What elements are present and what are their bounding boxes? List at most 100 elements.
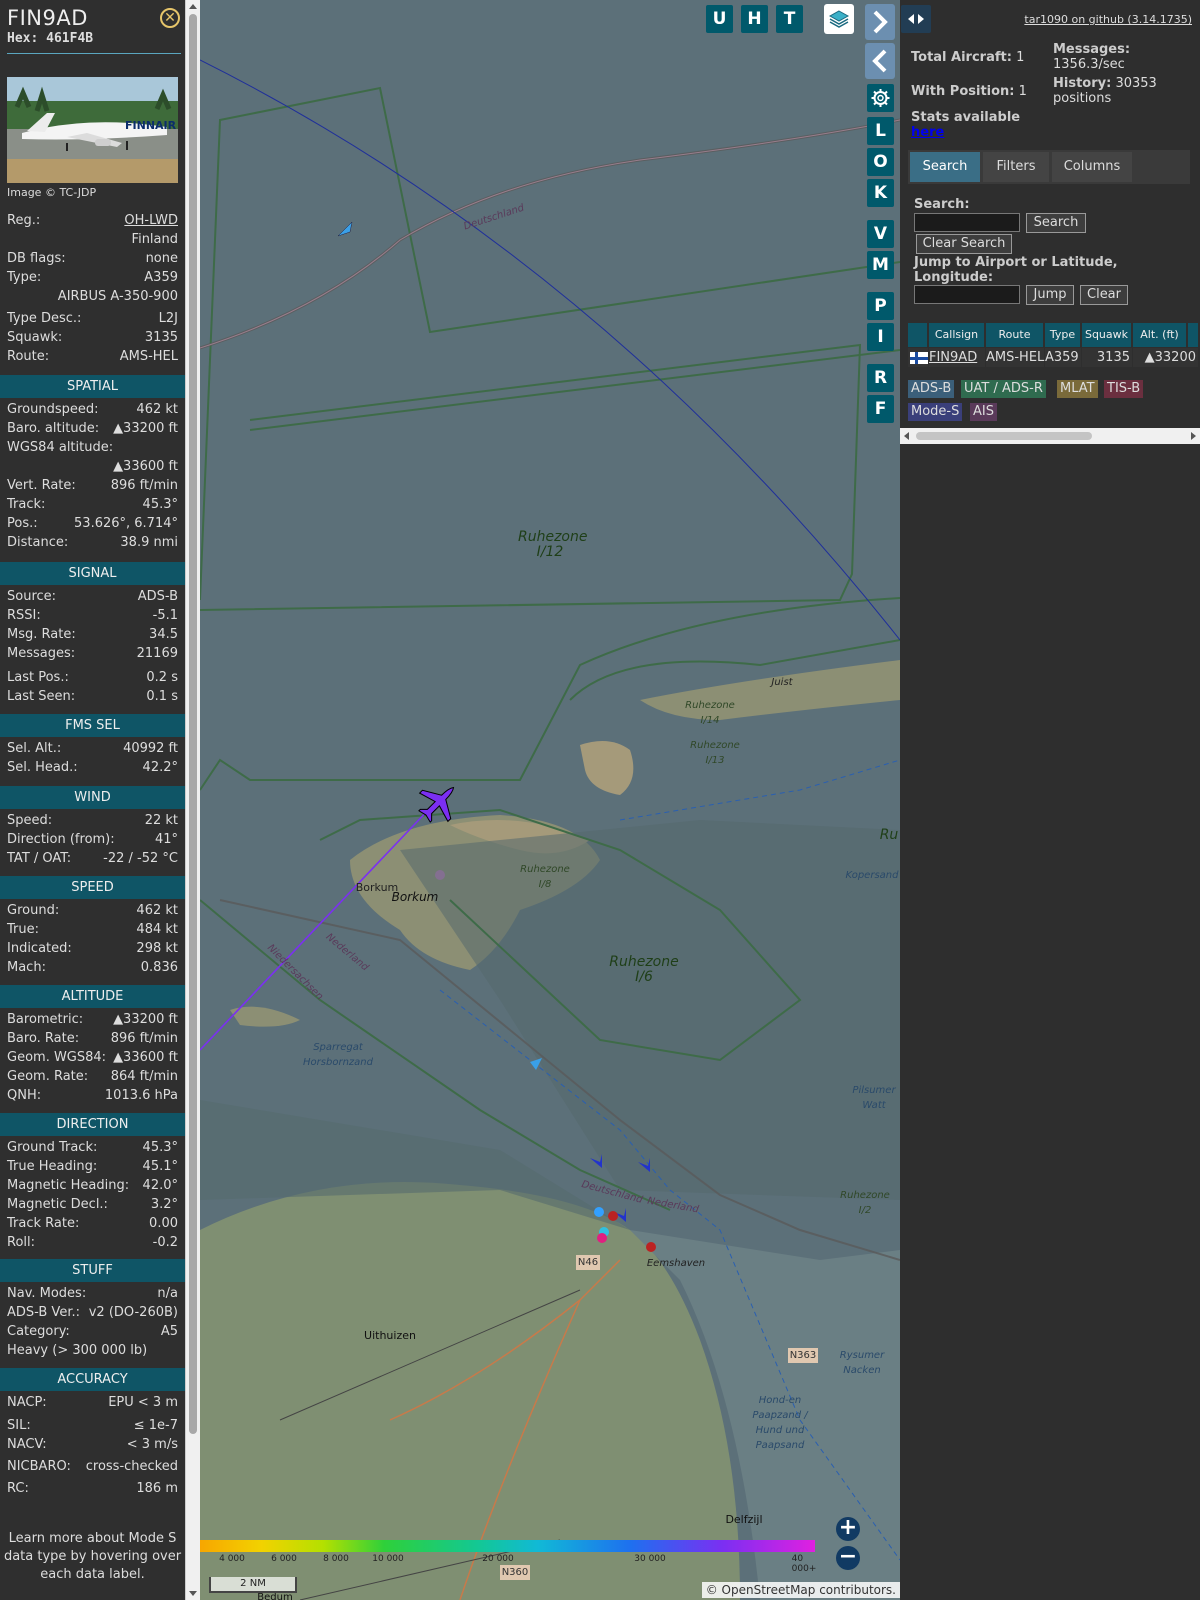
toggle-sidebar-button[interactable] xyxy=(901,5,931,33)
column-header-squawk[interactable]: Squawk xyxy=(1082,323,1132,347)
section-header-accuracy: ACCURACY xyxy=(0,1368,185,1391)
colorbar-tick-label: 6 000 xyxy=(271,1554,297,1564)
detail-value: 186 m xyxy=(136,1481,178,1496)
zoom-in-button[interactable]: + xyxy=(836,1517,860,1541)
expand-right-button[interactable] xyxy=(865,4,895,40)
map-toggle-l-button[interactable]: L xyxy=(867,117,894,145)
left-panel-scrollbar[interactable] xyxy=(185,0,200,1600)
detail-label: Category: xyxy=(7,1324,70,1339)
detail-value: v2 (DO-260B) xyxy=(88,1305,178,1320)
settings-button[interactable] xyxy=(867,84,894,112)
jump-input[interactable] xyxy=(914,285,1020,304)
detail-value: ▲33600 ft xyxy=(113,459,178,474)
stats-available-label: Stats available xyxy=(911,110,1021,125)
detail-value: ≤ 1e-7 xyxy=(133,1418,178,1433)
detail-value: A5 xyxy=(160,1324,178,1339)
close-icon[interactable]: ✕ xyxy=(160,8,180,28)
learn-more-text: Learn more about Mode S data type by hov… xyxy=(3,1531,182,1582)
map-toggle-p-button[interactable]: P xyxy=(867,292,894,320)
detail-value: 38.9 nmi xyxy=(120,535,178,550)
detail-row: Sel. Head.: 42.2° xyxy=(7,760,178,778)
callsign-title: FIN9AD xyxy=(7,6,88,30)
map-toggle-f-button[interactable]: F xyxy=(867,395,894,423)
detail-row: Baro. Rate: 896 ft/min xyxy=(7,1031,178,1049)
search-input[interactable] xyxy=(914,213,1020,232)
aircraft-photo[interactable]: FINNAIR xyxy=(7,77,178,183)
map-label-ruhezone-edge: Ru xyxy=(879,827,899,843)
detail-row: Direction (from): 41° xyxy=(7,832,178,850)
scroll-left-arrow-icon[interactable] xyxy=(904,432,909,440)
detail-row: RC: 186 m xyxy=(7,1481,178,1499)
row-type: A359 xyxy=(1045,348,1081,367)
map-label-ruhezone-i12: Ruhezone I/12 xyxy=(518,529,588,560)
detail-label: Last Pos.: xyxy=(7,670,69,685)
zoom-out-button[interactable]: − xyxy=(836,1546,860,1570)
map-view[interactable]: Ruhezone I/12 Ruhezone I/6 Ruhezone I/14… xyxy=(200,0,900,1600)
map-toggle-h-button[interactable]: H xyxy=(741,5,768,33)
detail-label: True: xyxy=(7,922,39,937)
info-value[interactable]: OH-LWD xyxy=(124,213,178,228)
detail-row: ADS-B Ver.: v2 (DO-260B) xyxy=(7,1305,178,1323)
scroll-up-arrow-icon[interactable] xyxy=(189,4,197,9)
detail-row: Magnetic Decl.: 3.2° xyxy=(7,1197,178,1215)
clear-button[interactable]: Clear xyxy=(1080,285,1128,305)
scroll-thumb[interactable] xyxy=(189,14,197,1434)
tab-filters[interactable]: Filters xyxy=(983,152,1049,182)
map-toggle-o-button[interactable]: O xyxy=(867,148,894,176)
map-toggle-u-button[interactable]: U xyxy=(706,5,733,33)
detail-value: 462 kt xyxy=(136,402,178,417)
map-label-borkum-town: Borkum xyxy=(391,890,439,904)
detail-value: ADS-B xyxy=(137,589,178,604)
search-button[interactable]: Search xyxy=(1026,213,1086,233)
detail-label: Groundspeed: xyxy=(7,402,99,417)
table-horizontal-scrollbar[interactable] xyxy=(900,428,1200,444)
tab-columns[interactable]: Columns xyxy=(1052,152,1132,182)
road-shield-n360: N360 xyxy=(500,1565,530,1580)
map-label-ruhezone-i2: Ruhezone I/2 xyxy=(840,1190,890,1216)
detail-row: Mach: 0.836 xyxy=(7,960,178,978)
section-header-stuff: STUFF xyxy=(0,1259,185,1282)
colorbar-tick-label: 8 000 xyxy=(323,1554,349,1564)
map-toggle-i-button[interactable]: I xyxy=(867,323,894,351)
detail-value: 864 ft/min xyxy=(110,1069,178,1084)
section-header-spatial: SPATIAL xyxy=(0,375,185,398)
detail-row: QNH: 1013.6 hPa xyxy=(7,1088,178,1106)
info-label: Type: xyxy=(7,270,42,285)
layers-button[interactable] xyxy=(824,4,854,34)
detail-row: SIL: ≤ 1e-7 xyxy=(7,1418,178,1436)
map-toggle-t-button[interactable]: T xyxy=(776,5,803,33)
column-header-route[interactable]: Route xyxy=(986,323,1044,347)
detail-label: Track: xyxy=(7,497,46,512)
detail-row: True Heading: 45.1° xyxy=(7,1159,178,1177)
scroll-down-arrow-icon[interactable] xyxy=(189,1591,197,1596)
map-attribution[interactable]: © OpenStreetMap contributors. xyxy=(701,1582,900,1598)
legend-modes: Mode-S xyxy=(908,403,963,421)
tab-search[interactable]: Search xyxy=(910,152,980,182)
jump-button[interactable]: Jump xyxy=(1026,285,1074,305)
row-route: AMS-HEL xyxy=(986,348,1045,367)
map-toggle-k-button[interactable]: K xyxy=(867,179,894,207)
detail-value: -0.2 xyxy=(152,1235,178,1250)
column-header-altitude[interactable]: Alt. (ft) xyxy=(1133,323,1187,347)
row-callsign[interactable]: FIN9AD xyxy=(929,348,985,367)
detail-label: Ground Track: xyxy=(7,1140,98,1155)
detail-label: Magnetic Heading: xyxy=(7,1178,130,1193)
info-row: Squawk: 3135 xyxy=(7,330,178,348)
map-toggle-m-button[interactable]: M xyxy=(867,251,894,279)
section-header-fms-sel: FMS SEL xyxy=(0,714,185,737)
collapse-left-button[interactable] xyxy=(865,43,895,79)
stats-link[interactable]: here xyxy=(911,125,944,140)
detail-value: 41° xyxy=(154,832,178,847)
scroll-right-arrow-icon[interactable] xyxy=(1191,432,1196,440)
github-link[interactable]: tar1090 on github (3.14.1735) xyxy=(1024,13,1192,26)
detail-label: Direction (from): xyxy=(7,832,115,847)
detail-value: 34.5 xyxy=(149,627,178,642)
scroll-thumb[interactable] xyxy=(916,432,1092,440)
clear-search-button[interactable]: Clear Search xyxy=(916,234,1012,254)
detail-label: Pos.: xyxy=(7,516,38,531)
column-header-more[interactable] xyxy=(1188,323,1198,347)
column-header-type[interactable]: Type xyxy=(1045,323,1081,347)
column-header-callsign[interactable]: Callsign xyxy=(929,323,985,347)
map-toggle-v-button[interactable]: V xyxy=(867,220,894,248)
map-toggle-r-button[interactable]: R xyxy=(867,364,894,392)
